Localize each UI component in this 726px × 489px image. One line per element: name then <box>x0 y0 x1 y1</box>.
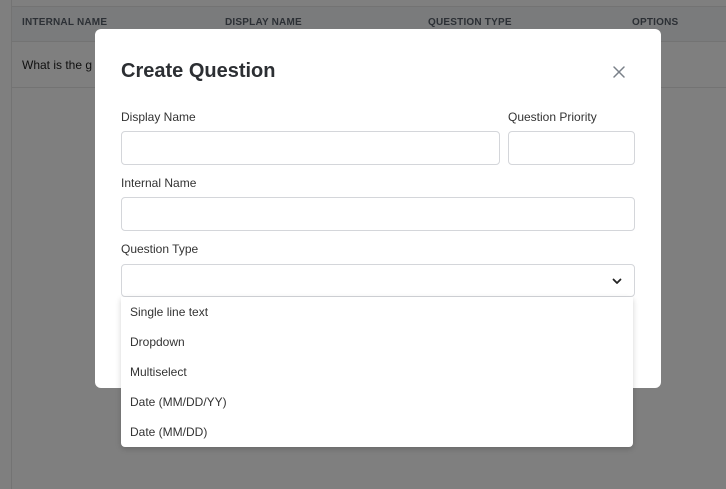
question-type-label: Question Type <box>121 242 199 256</box>
question-priority-input[interactable] <box>508 131 635 165</box>
question-type-select[interactable] <box>121 264 635 297</box>
question-priority-label: Question Priority <box>508 110 597 124</box>
internal-name-input[interactable] <box>121 197 635 231</box>
option-date-mm-dd[interactable]: Date (MM/DD) <box>121 417 633 447</box>
option-single-line-text[interactable]: Single line text <box>121 297 633 327</box>
internal-name-label: Internal Name <box>121 176 197 190</box>
chevron-down-icon <box>612 278 622 284</box>
option-date-mm-dd-yy[interactable]: Date (MM/DD/YY) <box>121 387 633 417</box>
close-icon <box>613 66 625 78</box>
display-name-input[interactable] <box>121 131 500 165</box>
option-multiselect[interactable]: Multiselect <box>121 357 633 387</box>
close-button[interactable] <box>610 63 628 81</box>
display-name-label: Display Name <box>121 110 196 124</box>
question-type-dropdown-menu: Single line text Dropdown Multiselect Da… <box>121 297 633 447</box>
option-dropdown[interactable]: Dropdown <box>121 327 633 357</box>
modal-title: Create Question <box>121 60 276 82</box>
